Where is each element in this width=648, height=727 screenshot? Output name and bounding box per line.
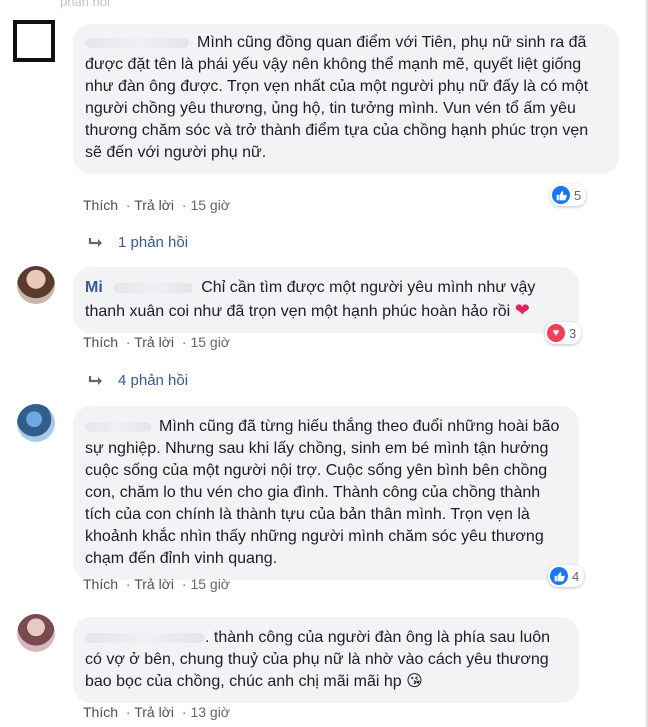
heart-icon: ♥ <box>547 324 565 342</box>
like-icon <box>552 186 570 204</box>
reply-button[interactable]: Trả lời <box>134 334 174 350</box>
avatar[interactable] <box>17 614 55 652</box>
reaction-count[interactable]: 5 <box>550 184 587 206</box>
timestamp[interactable]: 15 giờ <box>190 334 230 350</box>
comment-bubble: Mình cũng đã từng hiếu thắng theo đuổi n… <box>73 406 579 580</box>
replies-count: 1 phản hồi <box>118 234 189 251</box>
reply-button[interactable]: Trả lời <box>134 197 174 213</box>
heart-emoji: ❤ <box>514 300 530 320</box>
reply-button[interactable]: Trả lời <box>134 576 174 592</box>
author-name-redacted <box>113 282 194 293</box>
author-name-redacted[interactable] <box>85 37 189 48</box>
timestamp[interactable]: 15 giờ <box>190 576 230 592</box>
like-button[interactable]: Thích <box>83 576 118 592</box>
reaction-count[interactable]: ♥ 3 <box>545 322 582 344</box>
author-name-redacted[interactable] <box>85 632 205 643</box>
timestamp[interactable]: 13 giờ <box>190 704 230 720</box>
reply-arrow-icon <box>88 375 102 385</box>
author-name-redacted[interactable] <box>85 421 151 432</box>
avatar[interactable] <box>17 266 55 304</box>
reply-button[interactable]: Trả lời <box>134 704 174 720</box>
avatar[interactable] <box>17 404 55 442</box>
avatar[interactable] <box>13 20 55 62</box>
view-replies-link[interactable]: 4 phản hồi <box>88 372 188 389</box>
comment-thread: phản hồi Mình cũng đồng quan điểm với Ti… <box>0 0 648 727</box>
like-button[interactable]: Thích <box>83 704 118 720</box>
kiss-emoji: 😘 <box>406 673 423 690</box>
reaction-count[interactable]: 4 <box>548 565 585 587</box>
like-button[interactable]: Thích <box>83 197 118 213</box>
comment-actions: Thích · Trả lời · 15 giờ <box>83 576 230 592</box>
reply-arrow-icon <box>88 237 102 247</box>
comment-actions: Thích · Trả lời · 13 giờ <box>83 704 230 720</box>
comment-text: Mình cũng đồng quan điểm với Tiên, phụ n… <box>85 34 589 161</box>
timestamp[interactable]: 15 giờ <box>190 197 230 213</box>
author-name[interactable]: Mi <box>85 279 103 296</box>
comment-actions: Thích · Trả lời · 15 giờ <box>83 197 230 213</box>
replies-count: 4 phản hồi <box>118 372 189 389</box>
like-button[interactable]: Thích <box>83 334 118 350</box>
previous-replies-fragment: phản hồi <box>60 0 110 9</box>
comment-bubble: . thành công của người đàn ông là phía s… <box>73 617 579 703</box>
comment-actions: Thích · Trả lời · 15 giờ <box>83 334 230 350</box>
comment-text: Mình cũng đã từng hiếu thắng theo đuổi n… <box>85 418 560 567</box>
comment-bubble: Mi Chỉ cần tìm được một người yêu mình n… <box>73 267 579 333</box>
like-icon <box>550 567 568 585</box>
comment-bubble: Mình cũng đồng quan điểm với Tiên, phụ n… <box>73 24 619 174</box>
view-replies-link[interactable]: 1 phản hồi <box>88 234 188 251</box>
